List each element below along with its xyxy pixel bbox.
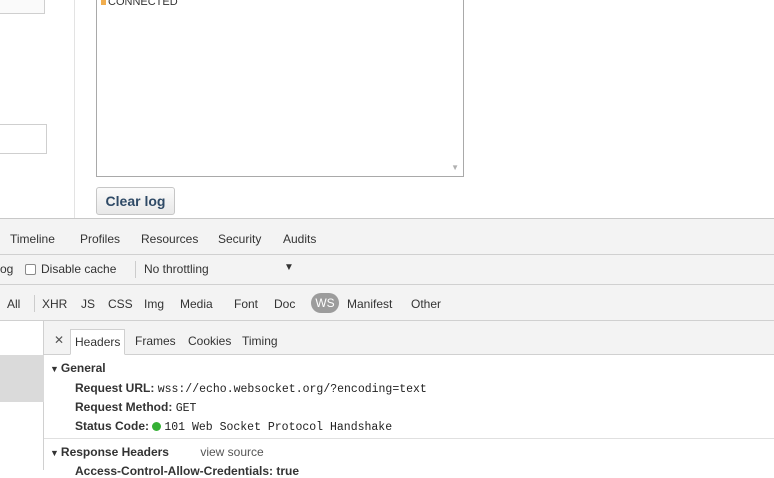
filter-all[interactable]: All [7, 297, 20, 311]
section-divider [44, 438, 774, 439]
tab-audits[interactable]: Audits [283, 232, 316, 246]
triangle-down-icon: ▼ [50, 364, 59, 374]
tab-frames[interactable]: Frames [135, 334, 176, 348]
response-headers-section-header[interactable]: ▼ Response Headers view source [50, 445, 264, 459]
response-header-row: Access-Control-Allow-Credentials: true [75, 464, 300, 478]
filter-doc[interactable]: Doc [274, 297, 295, 311]
filter-bar: All XHR JS CSS Img Media Font Doc WS Man… [0, 285, 774, 321]
filter-media[interactable]: Media [180, 297, 213, 311]
network-toolbar: og Disable cache No throttling ▼ [0, 255, 774, 285]
close-icon[interactable]: ✕ [54, 333, 64, 347]
request-row-selected[interactable] [0, 355, 44, 402]
request-url-row: Request URL: wss://echo.websocket.org/?e… [75, 381, 427, 396]
tab-timing[interactable]: Timing [242, 334, 278, 348]
general-section-header[interactable]: ▼ General [50, 361, 106, 375]
filter-manifest[interactable]: Manifest [347, 297, 392, 311]
filter-img[interactable]: Img [144, 297, 164, 311]
tab-resources[interactable]: Resources [141, 232, 198, 246]
connect-button-partial[interactable] [0, 0, 45, 14]
clear-log-button[interactable]: Clear log [96, 187, 175, 215]
disable-cache-checkbox[interactable] [25, 264, 36, 275]
status-dot-icon [152, 422, 162, 431]
request-method-row: Request Method: GET [75, 400, 197, 415]
devtools-main-tabs: Timeline Profiles Resources Security Aud… [0, 219, 774, 255]
filter-divider [34, 295, 35, 312]
preserve-log-label: og [0, 262, 14, 276]
disable-cache-label: Disable cache [41, 262, 117, 276]
chevron-down-icon[interactable]: ▼ [284, 262, 294, 273]
view-source-link[interactable]: view source [200, 445, 263, 459]
tab-security[interactable]: Security [218, 232, 261, 246]
message-input-partial[interactable] [0, 124, 47, 154]
status-square-icon [101, 0, 106, 5]
throttling-select[interactable]: No throttling [144, 262, 209, 276]
tab-headers[interactable]: Headers [70, 329, 126, 355]
tab-cookies[interactable]: Cookies [188, 334, 231, 348]
filter-other[interactable]: Other [411, 297, 441, 311]
status-code-row: Status Code: 101 Web Socket Protocol Han… [75, 419, 393, 434]
tab-profiles[interactable]: Profiles [80, 232, 120, 246]
log-entry: CONNECTED [101, 0, 178, 8]
tab-timeline[interactable]: Timeline [10, 232, 55, 246]
scroll-down-arrow-icon[interactable]: ▼ [451, 163, 459, 172]
log-output[interactable]: CONNECTED ▼ [96, 0, 464, 177]
detail-tabs: ✕ Headers Frames Cookies Timing [44, 321, 774, 355]
filter-ws-active[interactable]: WS [311, 293, 339, 313]
column-divider [74, 0, 75, 218]
toolbar-divider [135, 261, 136, 278]
filter-xhr[interactable]: XHR [42, 297, 67, 311]
filter-css[interactable]: CSS [108, 297, 133, 311]
triangle-down-icon: ▼ [50, 448, 59, 458]
filter-js[interactable]: JS [81, 297, 95, 311]
filter-font[interactable]: Font [234, 297, 258, 311]
